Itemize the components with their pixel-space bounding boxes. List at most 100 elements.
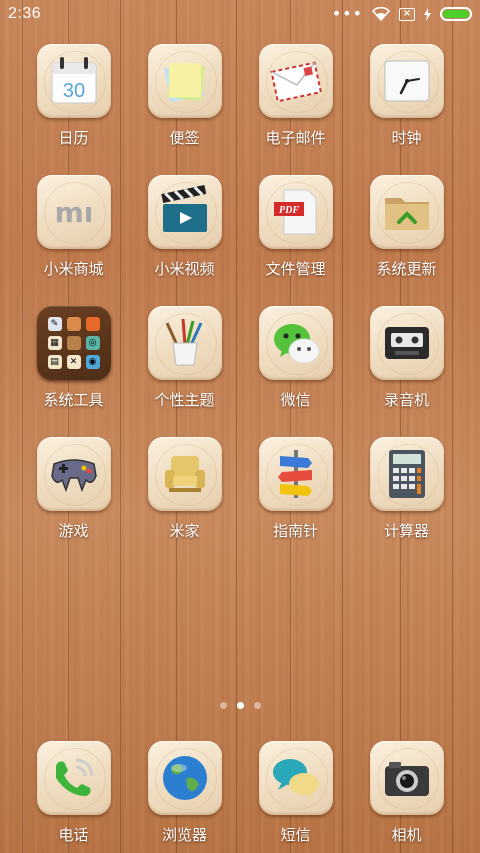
folder-update-icon <box>384 198 429 230</box>
notes-tile <box>147 44 222 118</box>
app-mi-store[interactable]: mı 小米商城 <box>18 175 129 284</box>
wechat-icon <box>273 324 319 364</box>
charging-icon <box>424 7 431 21</box>
app-label: 电子邮件 <box>265 129 326 147</box>
app-recorder[interactable]: 录音机 <box>351 306 462 415</box>
video-clapper-icon <box>160 185 207 232</box>
status-bar: 2:36 ••• × <box>0 0 480 28</box>
armchair-icon <box>164 456 205 492</box>
mi-store-icon: mı <box>54 196 93 229</box>
clock-icon <box>384 60 429 102</box>
messages-bubbles-icon <box>272 759 319 800</box>
app-label: 文件管理 <box>265 260 326 278</box>
camera-icon <box>384 762 429 796</box>
app-label: 个性主题 <box>154 391 215 409</box>
calendar-icon: 30 <box>51 57 96 104</box>
app-themes[interactable]: 个性主题 <box>129 306 240 415</box>
dock: 电话 浏览器 短信 相机 <box>0 741 480 850</box>
browser-tile <box>147 741 222 815</box>
app-label: 系统工具 <box>43 391 104 409</box>
paintbrush-cup-icon <box>165 318 202 366</box>
app-label: 短信 <box>280 826 311 844</box>
calculator-tile <box>369 437 444 511</box>
dock-camera[interactable]: 相机 <box>351 741 462 850</box>
app-clock[interactable]: 时钟 <box>351 44 462 153</box>
app-label: 时钟 <box>391 129 422 147</box>
app-calendar[interactable]: 30 日历 <box>18 44 129 153</box>
themes-tile <box>147 306 222 380</box>
status-icons: ••• × <box>332 6 472 22</box>
app-label: 录音机 <box>383 391 429 409</box>
app-label: 计算器 <box>383 522 429 540</box>
mi-video-tile <box>147 175 222 249</box>
battery-level <box>443 10 469 18</box>
calculator-icon <box>388 450 425 498</box>
app-label: 米家 <box>169 522 200 540</box>
app-games[interactable]: 游戏 <box>18 437 129 546</box>
wifi-icon <box>372 7 390 21</box>
compass-tile <box>258 437 333 511</box>
app-label: 系统更新 <box>376 260 437 278</box>
app-label: 相机 <box>391 826 422 844</box>
phone-tile <box>36 741 111 815</box>
folder-app-icon <box>66 336 81 350</box>
clock-tile <box>369 44 444 118</box>
app-label: 便签 <box>169 129 200 147</box>
app-compass[interactable]: 指南针 <box>240 437 351 546</box>
camera-tile <box>369 741 444 815</box>
app-grid: 30 日历 便签 电子邮件 时钟 mı 小米商城 小米视频 PDF 文件管理 系… <box>0 44 480 546</box>
system-update-tile <box>369 175 444 249</box>
status-time: 2:36 <box>8 5 42 22</box>
app-label: 小米视频 <box>154 260 215 278</box>
calendar-day: 30 <box>62 80 84 102</box>
app-system-update[interactable]: 系统更新 <box>351 175 462 284</box>
app-wechat[interactable]: 微信 <box>240 306 351 415</box>
app-label: 游戏 <box>58 522 89 540</box>
mail-icon <box>269 61 322 103</box>
calendar-tile: 30 <box>36 44 111 118</box>
app-system-tools[interactable]: ✎ ▦ ◎ ▤ ✕ ◉ 系统工具 <box>18 306 129 415</box>
page-dot[interactable] <box>253 702 261 709</box>
app-mi-video[interactable]: 小米视频 <box>129 175 240 284</box>
battery-icon <box>440 7 472 21</box>
pdf-label: PDF <box>279 205 299 216</box>
dock-browser[interactable]: 浏览器 <box>129 741 240 850</box>
app-label: 浏览器 <box>161 826 207 844</box>
dock-messages[interactable]: 短信 <box>240 741 351 850</box>
app-label: 日历 <box>58 129 89 147</box>
folder-app-icon <box>85 317 100 331</box>
app-notes[interactable]: 便签 <box>129 44 240 153</box>
page-indicator[interactable] <box>0 702 480 709</box>
app-mijia[interactable]: 米家 <box>129 437 240 546</box>
wechat-tile <box>258 306 333 380</box>
folder-app-icon: ✕ <box>66 355 81 369</box>
pdf-file-icon: PDF <box>273 189 316 235</box>
folder-app-icon: ▦ <box>47 336 62 350</box>
folder-app-icon: ◉ <box>85 355 100 369</box>
folder-app-icon <box>66 317 81 331</box>
messages-tile <box>258 741 333 815</box>
mi-store-tile: mı <box>36 175 111 249</box>
mail-tile <box>258 44 333 118</box>
system-tools-folder: ✎ ▦ ◎ ▤ ✕ ◉ <box>36 306 111 380</box>
app-label: 电话 <box>58 826 89 844</box>
no-sim-icon: × <box>399 7 415 21</box>
more-notifications-icon: ••• <box>331 4 363 23</box>
cassette-recorder-icon <box>384 327 429 359</box>
app-label: 指南针 <box>272 522 318 540</box>
page-dot[interactable] <box>219 702 227 709</box>
app-mail[interactable]: 电子邮件 <box>240 44 351 153</box>
app-file-manager[interactable]: PDF 文件管理 <box>240 175 351 284</box>
gamepad-icon <box>50 459 97 493</box>
mijia-tile <box>147 437 222 511</box>
recorder-tile <box>369 306 444 380</box>
app-calculator[interactable]: 计算器 <box>351 437 462 546</box>
folder-app-icon: ◎ <box>85 336 100 350</box>
file-manager-tile: PDF <box>258 175 333 249</box>
dock-phone[interactable]: 电话 <box>18 741 129 850</box>
games-tile <box>36 437 111 511</box>
phone-icon <box>55 758 93 796</box>
signpost-compass-icon <box>277 450 312 498</box>
folder-app-icon: ✎ <box>47 317 62 331</box>
page-dot-active[interactable] <box>236 702 244 709</box>
